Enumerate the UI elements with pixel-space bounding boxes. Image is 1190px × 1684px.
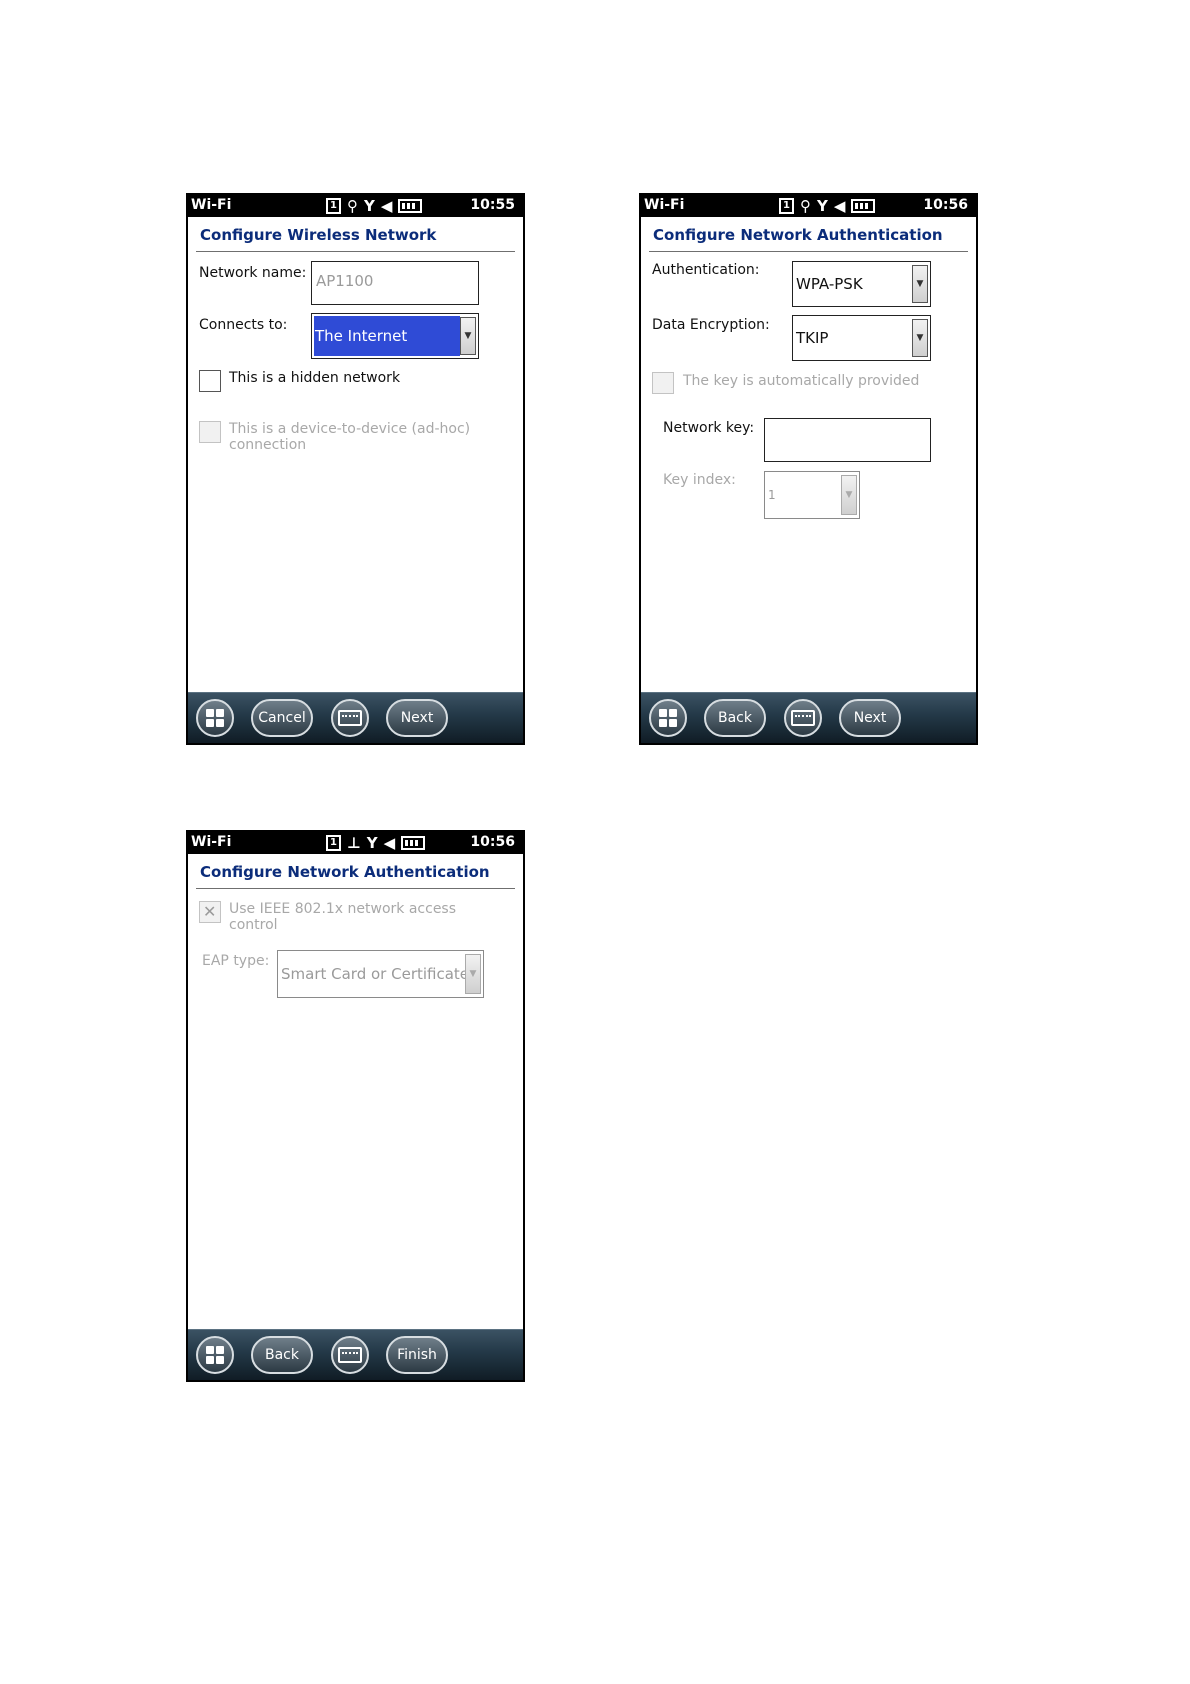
signal-icon: ⚲ <box>800 197 811 215</box>
authentication-label: Authentication: <box>652 262 760 278</box>
eap-type-value: Smart Card or Certificate <box>281 965 470 983</box>
screen-configure-wireless-network: Wi-Fi 1 ⚲ Y ◀ 10:55 Configure Wireless N… <box>186 193 525 745</box>
speaker-icon: ◀ <box>833 197 846 215</box>
page-title: Configure Network Authentication <box>653 226 943 244</box>
status-bar: Wi-Fi 1 ⚲ Y ◀ 10:56 <box>641 195 976 217</box>
no-network-icon: Y <box>817 197 828 215</box>
adhoc-label: This is a device-to-device (ad-hoc) conn… <box>229 421 471 453</box>
chevron-down-icon[interactable]: ▼ <box>465 954 481 994</box>
next-button[interactable]: Next <box>386 699 448 737</box>
network-name-label: Network name: <box>199 265 307 281</box>
data-encryption-label: Data Encryption: <box>652 317 770 333</box>
page-title: Configure Wireless Network <box>200 226 437 244</box>
eap-type-dropdown[interactable]: Smart Card or Certificate ▼ <box>277 950 484 998</box>
network-name-field[interactable]: AP1100 <box>311 261 479 305</box>
keyboard-button[interactable] <box>784 699 822 737</box>
speaker-icon: ◀ <box>383 834 396 852</box>
back-button[interactable]: Back <box>704 699 766 737</box>
keyboard-button[interactable] <box>331 1336 369 1374</box>
status-app-name: Wi-Fi <box>644 197 685 213</box>
screen-configure-network-authentication-eap: Wi-Fi 1 ⊥ Y ◀ 10:56 Configure Network Au… <box>186 830 525 1382</box>
status-bar: Wi-Fi 1 ⚲ Y ◀ 10:55 <box>188 195 523 217</box>
chevron-down-icon[interactable]: ▼ <box>912 265 928 303</box>
ieee-8021x-label: Use IEEE 802.1x network access control <box>229 901 457 933</box>
next-button[interactable]: Next <box>839 699 901 737</box>
keyboard-icon <box>338 1347 362 1363</box>
ieee-8021x-checkbox[interactable] <box>199 901 221 923</box>
status-time[interactable]: 10:55 <box>470 197 515 213</box>
key-index-label: Key index: <box>663 472 736 488</box>
status-bar: Wi-Fi 1 ⊥ Y ◀ 10:56 <box>188 832 523 854</box>
chevron-down-icon[interactable]: ▼ <box>912 319 928 357</box>
taskbar: Cancel Next <box>188 692 523 743</box>
eap-type-label: EAP type: <box>202 953 270 969</box>
chevron-down-icon[interactable]: ▼ <box>841 475 857 515</box>
back-button[interactable]: Back <box>251 1336 313 1374</box>
windows-logo-icon <box>206 1346 224 1364</box>
key-index-value: 1 <box>768 488 776 502</box>
data-encryption-value: TKIP <box>796 329 829 347</box>
connects-to-value: The Internet <box>315 327 408 345</box>
hidden-network-label: This is a hidden network <box>229 370 401 386</box>
keyboard-icon <box>338 710 362 726</box>
title-divider <box>649 251 968 252</box>
battery-icon <box>401 836 426 850</box>
taskbar: Back Next <box>641 692 976 743</box>
status-time[interactable]: 10:56 <box>470 834 515 850</box>
key-index-dropdown[interactable]: 1 ▼ <box>764 471 860 519</box>
start-button[interactable] <box>196 1336 234 1374</box>
data-encryption-dropdown[interactable]: TKIP ▼ <box>792 315 931 361</box>
keyboard-button[interactable] <box>331 699 369 737</box>
auto-key-label: The key is automatically provided <box>683 373 920 389</box>
chevron-down-icon[interactable]: ▼ <box>460 317 476 355</box>
status-time[interactable]: 10:56 <box>923 197 968 213</box>
keyboard-icon <box>791 710 815 726</box>
status-app-name: Wi-Fi <box>191 197 232 213</box>
battery-icon <box>398 199 423 213</box>
network-key-label: Network key: <box>663 420 755 436</box>
taskbar: Back Finish <box>188 1329 523 1380</box>
windows-logo-icon <box>659 709 677 727</box>
antenna-icon: ⊥ <box>347 834 361 852</box>
connects-to-dropdown[interactable]: The Internet ▼ <box>311 313 479 359</box>
screen-configure-network-authentication: Wi-Fi 1 ⚲ Y ◀ 10:56 Configure Network Au… <box>639 193 978 745</box>
title-divider <box>196 888 515 889</box>
sim-icon: 1 <box>326 835 341 851</box>
battery-icon <box>851 199 876 213</box>
speaker-icon: ◀ <box>380 197 393 215</box>
signal-icon: ⚲ <box>347 197 358 215</box>
title-divider <box>196 251 515 252</box>
no-network-icon: Y <box>364 197 375 215</box>
auto-key-checkbox[interactable] <box>652 372 674 394</box>
cancel-button[interactable]: Cancel <box>251 699 313 737</box>
network-key-field[interactable] <box>764 418 931 462</box>
no-network-icon: Y <box>366 834 378 852</box>
finish-button[interactable]: Finish <box>386 1336 448 1374</box>
connects-to-label: Connects to: <box>199 317 288 333</box>
hidden-network-checkbox[interactable] <box>199 370 221 392</box>
start-button[interactable] <box>649 699 687 737</box>
windows-logo-icon <box>206 709 224 727</box>
sim-icon: 1 <box>326 198 341 214</box>
adhoc-checkbox[interactable] <box>199 421 221 443</box>
authentication-dropdown[interactable]: WPA-PSK ▼ <box>792 261 931 307</box>
page-title: Configure Network Authentication <box>200 863 490 881</box>
start-button[interactable] <box>196 699 234 737</box>
sim-icon: 1 <box>779 198 794 214</box>
status-app-name: Wi-Fi <box>191 834 232 850</box>
authentication-value: WPA-PSK <box>796 275 863 293</box>
